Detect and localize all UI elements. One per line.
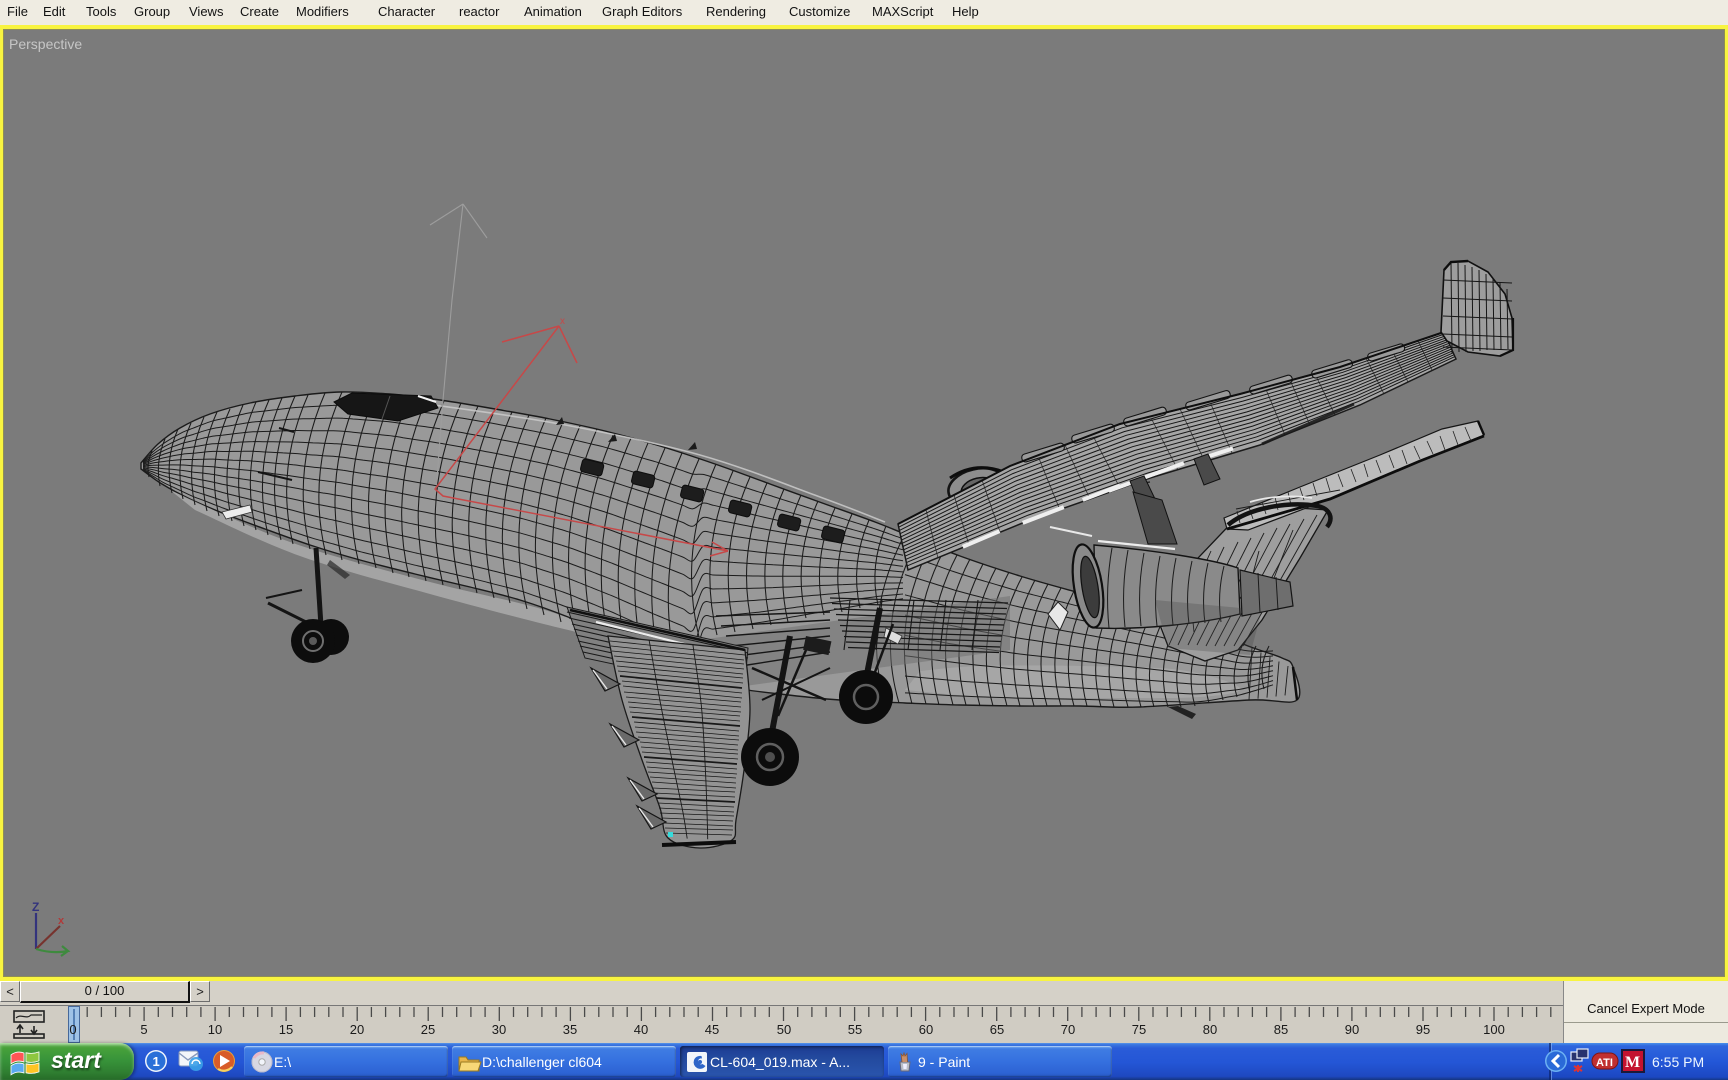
svg-text:x: x: [58, 915, 65, 927]
svg-text:Z: Z: [32, 900, 39, 914]
svg-text:x: x: [560, 316, 565, 327]
svg-text:M: M: [1625, 1054, 1640, 1071]
svg-text:ATI: ATI: [1596, 1057, 1613, 1069]
svg-text:1: 1: [153, 1054, 160, 1069]
